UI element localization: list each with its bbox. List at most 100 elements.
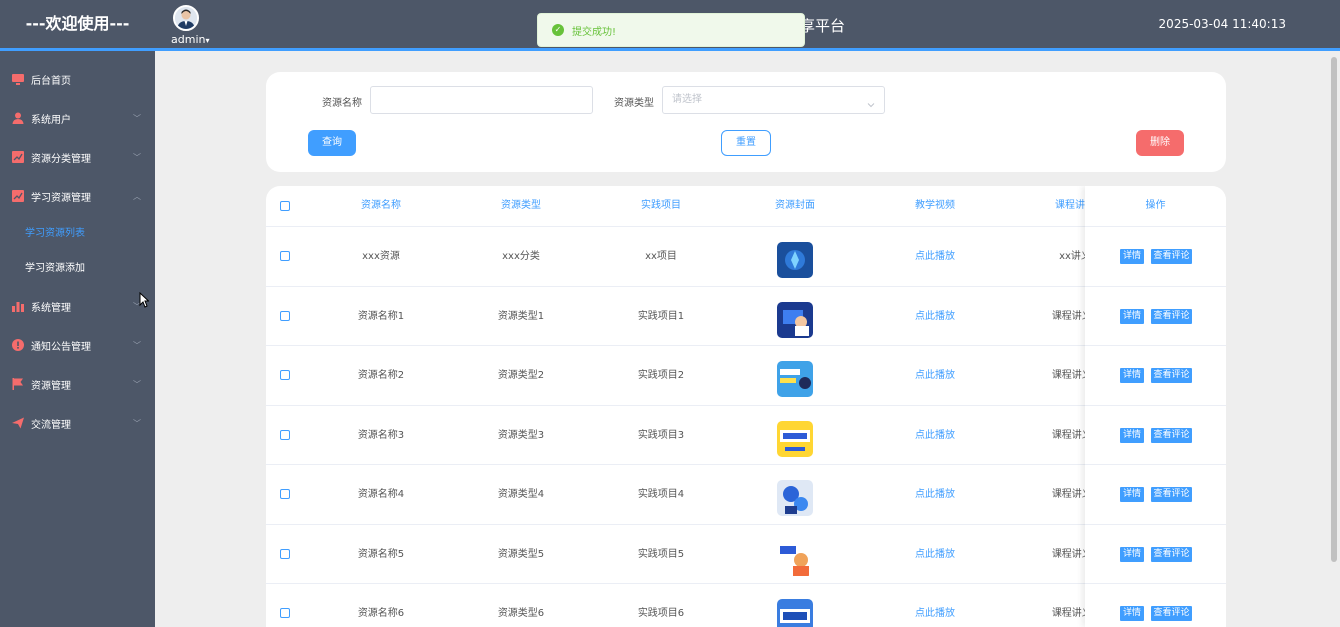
view-comments-button[interactable]: 查看评论 — [1151, 546, 1192, 562]
sidebar-item-label: 系统用户 — [31, 114, 71, 126]
query-button[interactable]: 查询 — [308, 130, 356, 156]
sidebar-item-resource-category[interactable]: 资源分类管理 ﹀ — [0, 142, 155, 172]
cell-resource-name: 资源名称1 — [357, 310, 405, 322]
table-row: 资源名称3 资源类型3 实践项目3 点此播放 课程讲义3 — [266, 404, 1226, 465]
chevron-down-icon — [866, 95, 876, 121]
user-name: admin — [171, 33, 206, 46]
chevron-down-icon: ﹀ — [133, 153, 141, 162]
search-panel: 资源名称 资源类型 请选择 查询 重置 删除 — [266, 72, 1226, 172]
operations-row: 详情 查看评论 — [1085, 523, 1226, 584]
view-comments-button[interactable]: 查看评论 — [1151, 368, 1192, 383]
cell-resource-name: xxx资源 — [362, 251, 400, 262]
sidebar: 后台首页 系统用户 ﹀ 资源分类管理 ﹀ 学习资源管理 ︿ 学习资源列表 学习资… — [0, 51, 155, 627]
sidebar-subitem-resource-list[interactable]: 学习资源列表 — [0, 220, 155, 248]
send-icon — [12, 417, 24, 429]
mouse-cursor-icon — [139, 291, 150, 312]
sidebar-item-home[interactable]: 后台首页 — [0, 64, 155, 94]
sidebar-item-label: 交流管理 — [31, 419, 71, 431]
chevron-up-icon: ︿ — [133, 192, 141, 201]
resource-cover-image[interactable] — [777, 599, 813, 627]
bar-chart-icon — [12, 300, 24, 312]
play-video-link[interactable]: 点此播放 — [880, 227, 990, 286]
resource-cover-image[interactable] — [777, 480, 813, 516]
reset-button[interactable]: 重置 — [721, 130, 771, 156]
sidebar-item-label: 资源分类管理 — [31, 153, 91, 165]
chevron-down-icon: ▾ — [205, 36, 210, 45]
user-icon — [12, 112, 24, 124]
view-comments-button[interactable]: 查看评论 — [1151, 487, 1192, 502]
resource-type-select[interactable]: 请选择 — [662, 86, 885, 114]
table-row: 资源名称1 资源类型1 实践项目1 点此播放 课程讲义1 — [266, 285, 1226, 346]
cell-project: 实践项目6 — [637, 608, 685, 619]
view-comments-button[interactable]: 查看评论 — [1151, 606, 1192, 621]
cell-resource-type: 资源类型4 — [497, 489, 545, 500]
cell-resource-type: 资源类型2 — [497, 370, 545, 381]
play-video-link[interactable]: 点此播放 — [880, 406, 990, 465]
sidebar-item-system[interactable]: 系统管理 ﹀ — [0, 291, 155, 321]
resource-type-placeholder: 请选择 — [672, 94, 702, 105]
row-checkbox[interactable] — [280, 370, 290, 380]
view-comments-button[interactable]: 查看评论 — [1151, 249, 1192, 264]
resource-cover-image[interactable] — [777, 242, 813, 278]
detail-button[interactable]: 详情 — [1120, 546, 1144, 562]
select-all-checkbox[interactable] — [280, 201, 290, 211]
play-video-link[interactable]: 点此播放 — [880, 287, 990, 346]
check-icon: ✓ — [552, 24, 564, 36]
monitor-icon — [12, 73, 24, 85]
detail-button[interactable]: 详情 — [1120, 487, 1144, 502]
cell-resource-type: 资源类型3 — [497, 429, 545, 441]
detail-button[interactable]: 详情 — [1120, 606, 1144, 621]
alert-icon — [12, 339, 24, 351]
cell-resource-name: 资源名称2 — [357, 370, 405, 381]
detail-button[interactable]: 详情 — [1120, 249, 1144, 264]
operations-row: 详情 查看评论 — [1085, 404, 1226, 465]
delete-button[interactable]: 删除 — [1136, 130, 1184, 156]
cell-resource-type: 资源类型1 — [497, 310, 545, 322]
column-header-operations: 操作 — [1145, 200, 1166, 211]
row-checkbox[interactable] — [280, 251, 290, 261]
column-header-video: 教学视频 — [915, 200, 955, 211]
operations-row: 详情 查看评论 — [1085, 345, 1226, 405]
sidebar-item-label: 资源管理 — [31, 380, 71, 392]
resource-cover-image[interactable] — [777, 301, 813, 338]
user-menu[interactable]: admin▾ — [171, 33, 209, 46]
detail-button[interactable]: 详情 — [1120, 308, 1144, 324]
sidebar-item-learning-resource[interactable]: 学习资源管理 ︿ — [0, 181, 155, 211]
cell-project: 实践项目4 — [637, 489, 685, 500]
resource-cover-image[interactable] — [777, 539, 813, 576]
play-video-link[interactable]: 点此播放 — [880, 525, 990, 584]
sidebar-item-communication[interactable]: 交流管理 ﹀ — [0, 408, 155, 438]
play-video-link[interactable]: 点此播放 — [880, 346, 990, 405]
cell-project: 实践项目1 — [637, 310, 685, 322]
play-video-link[interactable]: 点此播放 — [880, 465, 990, 524]
flag-icon — [12, 378, 24, 390]
page-scrollbar[interactable] — [1331, 57, 1337, 562]
datetime: 2025-03-04 11:40:13 — [1158, 17, 1286, 31]
sidebar-item-users[interactable]: 系统用户 ﹀ — [0, 103, 155, 133]
detail-button[interactable]: 详情 — [1120, 368, 1144, 383]
row-checkbox[interactable] — [280, 548, 290, 559]
operations-fixed-column: 操作 详情 查看评论 详情 查看评论 详情 查看评论 详情 查看评论 详情 查看评论 详情 查看评论详… — [1085, 186, 1226, 627]
play-video-link[interactable]: 点此播放 — [880, 584, 990, 627]
sidebar-item-notice[interactable]: 通知公告管理 ﹀ — [0, 330, 155, 360]
sidebar-item-resources[interactable]: 资源管理 ﹀ — [0, 369, 155, 399]
operations-row: 详情 查看评论 — [1085, 285, 1226, 346]
sidebar-item-label: 后台首页 — [31, 75, 71, 87]
cell-resource-type: xxx分类 — [502, 251, 540, 262]
row-checkbox[interactable] — [280, 489, 290, 499]
detail-button[interactable]: 详情 — [1120, 427, 1144, 443]
resource-cover-image[interactable] — [777, 361, 813, 397]
column-header-project: 实践项目 — [641, 200, 681, 211]
row-checkbox[interactable] — [280, 310, 290, 321]
view-comments-button[interactable]: 查看评论 — [1151, 427, 1192, 443]
row-checkbox[interactable] — [280, 608, 290, 618]
row-checkbox[interactable] — [280, 429, 290, 440]
resource-cover-image[interactable] — [777, 420, 813, 457]
sidebar-subitem-resource-add[interactable]: 学习资源添加 — [0, 255, 155, 283]
view-comments-button[interactable]: 查看评论 — [1151, 308, 1192, 324]
cell-resource-type: 资源类型5 — [497, 548, 545, 560]
column-header-type: 资源类型 — [501, 200, 541, 211]
operations-row: 详情 查看评论 — [1085, 583, 1226, 627]
resource-name-input[interactable] — [370, 86, 593, 114]
avatar[interactable] — [173, 5, 199, 31]
